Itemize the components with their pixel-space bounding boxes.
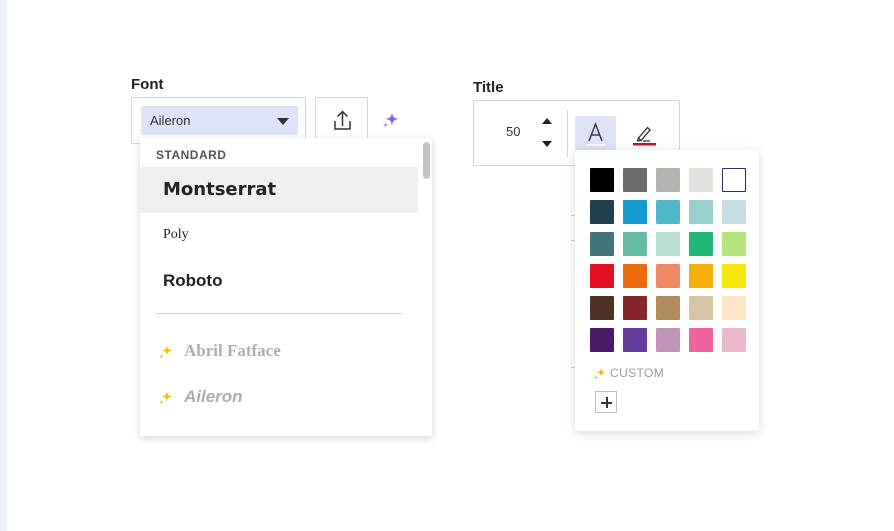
font-option-label: Montserrat	[163, 179, 277, 200]
ai-suggest-button[interactable]	[380, 108, 402, 132]
sparkle-icon	[159, 345, 173, 359]
color-swatch[interactable]	[623, 296, 647, 320]
highlight-color-button[interactable]	[624, 116, 665, 151]
color-swatch[interactable]	[656, 168, 680, 192]
sparkle-icon	[593, 367, 606, 380]
color-swatch[interactable]	[590, 168, 614, 192]
sparkle-icon	[382, 112, 399, 128]
font-label: Font	[131, 76, 164, 93]
toolbar-divider	[567, 110, 568, 157]
dropdown-scrollbar[interactable]	[420, 138, 432, 436]
color-swatch[interactable]	[656, 264, 680, 288]
left-edge-strip	[0, 0, 7, 531]
font-option-abril-fatface[interactable]: Abril Fatface	[140, 335, 418, 373]
font-selector-box: Aileron	[131, 97, 306, 144]
scrollbar-thumb[interactable]	[423, 142, 430, 179]
color-swatch[interactable]	[656, 232, 680, 256]
font-option-poly[interactable]: Poly	[140, 213, 418, 259]
font-dropdown-list: STANDARD Montserrat Poly Roboto Abril Fa…	[140, 138, 432, 436]
highlighter-icon	[633, 126, 656, 146]
custom-colors-label: CUSTOM	[610, 366, 665, 380]
font-option-label: Roboto	[163, 271, 223, 290]
color-swatch[interactable]	[623, 200, 647, 224]
color-picker-panel: CUSTOM	[575, 150, 759, 431]
color-swatch[interactable]	[656, 328, 680, 352]
color-swatch[interactable]	[623, 232, 647, 256]
color-swatch[interactable]	[722, 168, 746, 192]
color-swatch[interactable]	[722, 296, 746, 320]
increment-arrow-icon[interactable]	[542, 118, 552, 124]
font-size-value[interactable]: 50	[506, 124, 520, 139]
font-option-montserrat[interactable]: Montserrat	[140, 167, 418, 213]
color-swatch[interactable]	[590, 200, 614, 224]
color-swatch[interactable]	[623, 328, 647, 352]
section-divider	[156, 313, 402, 314]
color-swatch[interactable]	[590, 232, 614, 256]
standard-section-header: STANDARD	[156, 148, 227, 162]
font-option-aileron[interactable]: Aileron	[140, 381, 418, 419]
color-swatch[interactable]	[656, 200, 680, 224]
text-color-icon	[586, 122, 605, 146]
color-swatch[interactable]	[722, 232, 746, 256]
color-swatch[interactable]	[689, 328, 713, 352]
color-swatch[interactable]	[689, 232, 713, 256]
upload-font-button[interactable]	[315, 97, 368, 144]
color-swatch[interactable]	[590, 296, 614, 320]
font-option-roboto[interactable]: Roboto	[140, 259, 418, 305]
color-swatch[interactable]	[590, 264, 614, 288]
color-swatch[interactable]	[689, 264, 713, 288]
font-option-label: Poly	[163, 227, 189, 242]
caret-down-icon	[277, 118, 289, 125]
color-swatch[interactable]	[623, 168, 647, 192]
color-swatch[interactable]	[689, 296, 713, 320]
color-swatch[interactable]	[722, 264, 746, 288]
color-swatch[interactable]	[656, 296, 680, 320]
text-color-button[interactable]	[575, 116, 616, 151]
selected-font-value: Aileron	[150, 113, 191, 128]
decrement-arrow-icon[interactable]	[542, 141, 552, 147]
font-select[interactable]: Aileron	[141, 106, 298, 135]
sparkle-icon	[159, 391, 173, 405]
color-swatch[interactable]	[689, 200, 713, 224]
color-swatch[interactable]	[722, 328, 746, 352]
title-label: Title	[473, 79, 504, 96]
add-custom-color-button[interactable]	[595, 391, 617, 413]
font-option-label: Aileron	[184, 387, 243, 406]
color-swatch[interactable]	[689, 168, 713, 192]
color-swatch[interactable]	[623, 264, 647, 288]
font-option-label: Abril Fatface	[184, 341, 281, 360]
color-swatch[interactable]	[722, 200, 746, 224]
color-swatch[interactable]	[590, 328, 614, 352]
